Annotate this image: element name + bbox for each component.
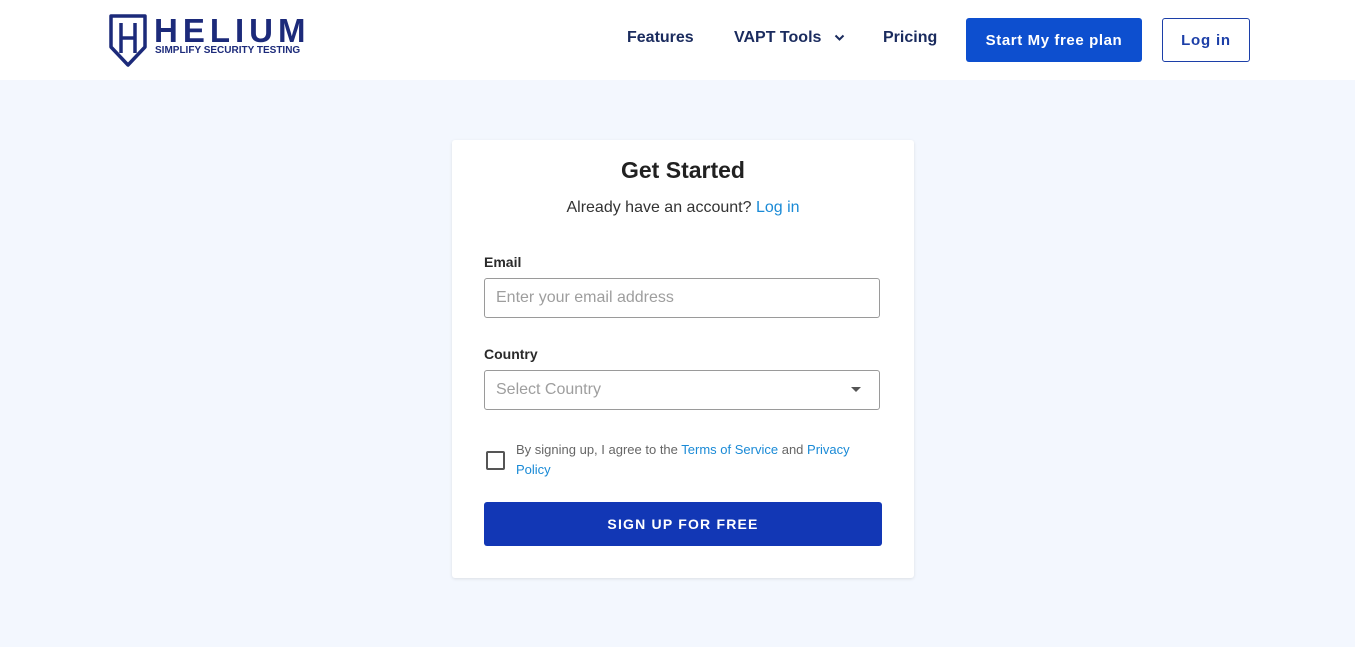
- terms-checkbox[interactable]: [486, 451, 505, 470]
- account-prompt: Already have an account? Log in: [452, 199, 914, 217]
- nav-vapt-tools-label: VAPT Tools: [734, 29, 822, 46]
- terms-text: By signing up, I agree to the Terms of S…: [516, 440, 866, 480]
- login-link[interactable]: Log in: [756, 199, 800, 216]
- nav-features[interactable]: Features: [627, 29, 694, 47]
- sign-up-button[interactable]: SIGN UP FOR FREE: [484, 502, 882, 546]
- privacy-link-word-1: Privacy: [807, 442, 850, 457]
- country-select[interactable]: Select Country: [484, 370, 880, 410]
- email-label: Email: [484, 254, 522, 270]
- terms-and: and: [781, 442, 804, 457]
- header-login-button[interactable]: Log in: [1162, 18, 1250, 62]
- form-title: Get Started: [621, 157, 745, 183]
- email-field[interactable]: [484, 278, 880, 318]
- country-select-placeholder: Select Country: [496, 381, 601, 398]
- nav-pricing[interactable]: Pricing: [883, 29, 937, 47]
- country-label: Country: [484, 346, 538, 362]
- start-free-plan-button[interactable]: Start My free plan: [966, 18, 1142, 62]
- terms-prefix: By signing up, I agree to the: [516, 442, 678, 457]
- dropdown-arrow-icon: [851, 387, 861, 392]
- shield-icon: [109, 14, 147, 67]
- chevron-down-icon: [834, 34, 845, 41]
- account-prompt-text: Already have an account?: [566, 199, 752, 216]
- brand-tagline: SIMPLIFY SECURITY TESTING: [155, 45, 301, 56]
- privacy-link-word-2: Policy: [516, 462, 551, 477]
- nav-vapt-tools[interactable]: VAPT Tools: [734, 29, 845, 47]
- top-nav-bar: HELIUM SIMPLIFY SECURITY TESTING Feature…: [0, 0, 1355, 80]
- terms-of-service-link[interactable]: Terms of Service: [681, 442, 778, 457]
- signup-card: Get Started Already have an account? Log…: [452, 140, 914, 578]
